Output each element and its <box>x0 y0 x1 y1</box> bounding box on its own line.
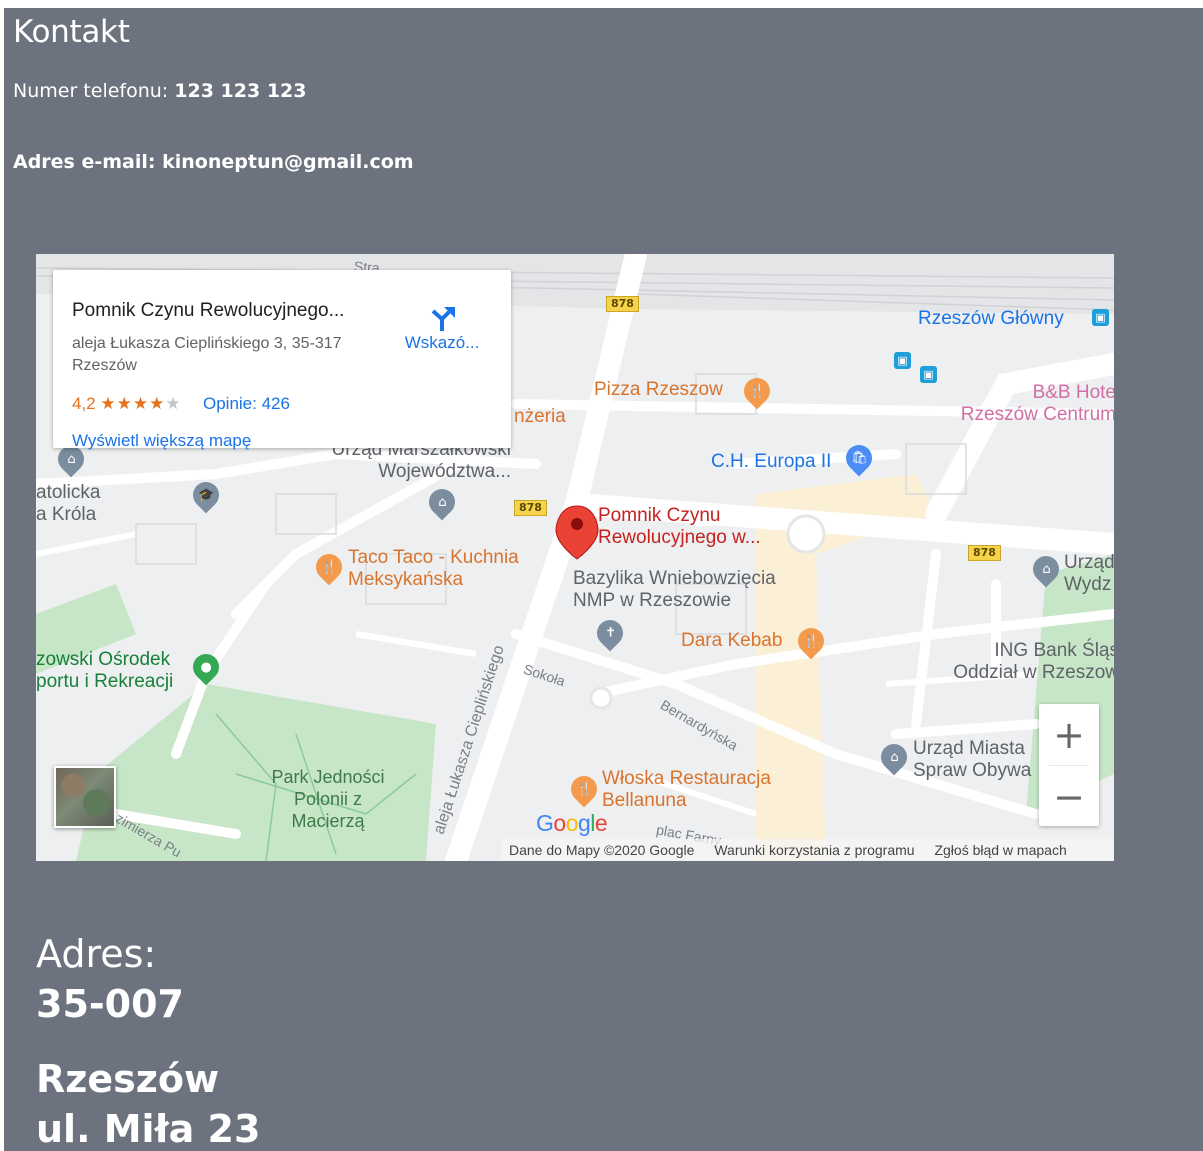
zoom-in-button[interactable]: + <box>1039 704 1099 765</box>
place-name: Pomnik Czynu Rewolucyjnego... <box>72 300 345 321</box>
email-line: Adres e-mail: kinoneptun@gmail.com <box>13 151 414 173</box>
directions-label: Wskazó... <box>404 333 480 352</box>
bus-icon: ▣ <box>894 352 911 369</box>
embedded-map[interactable]: Stra 878 878 878 Rzeszów Główny ▣ ▣ ▣ Pi… <box>36 254 1114 861</box>
satellite-toggle-button[interactable] <box>54 766 116 828</box>
google-logo: Google <box>536 810 608 836</box>
train-icon: ▣ <box>1092 309 1109 326</box>
bus-icon: ▣ <box>920 366 937 383</box>
directions-icon <box>431 307 455 331</box>
label-pizza: Pizza Rzeszow <box>594 379 723 400</box>
label-dara-kebab: Dara Kebab <box>681 630 783 651</box>
label-urzad-wydz: Urząd Wydz <box>1064 552 1114 595</box>
contact-section: Kontakt Numer telefonu: 123 123 123 Adre… <box>4 8 1203 1151</box>
label-ing: ING Bank Śląs Oddział w Rzeszow <box>953 640 1114 683</box>
rating-stars-icon: ★★★★★ <box>100 394 182 413</box>
road-878-shield: 878 <box>514 500 547 516</box>
label-bb-hotel: B&B Hote Rzeszów Centrum <box>960 382 1114 425</box>
phone-number: 123 123 123 <box>174 80 307 102</box>
address-city: Rzeszów <box>36 1057 220 1101</box>
label-rzeszow-glowny: Rzeszów Główny <box>918 308 1064 329</box>
label-europa: C.H. Europa II <box>711 451 832 472</box>
address-zip: 35-007 <box>36 982 184 1026</box>
label-urzad-miasta: Urząd Miasta Spraw Obywa <box>913 738 1032 781</box>
zoom-controls: + − <box>1039 704 1099 826</box>
label-marker: Pomnik Czynu Rewolucyjnego w... <box>598 505 761 548</box>
label-katolicka: atolicka a Króla <box>36 482 101 525</box>
directions-button[interactable]: Wskazó... <box>399 303 485 353</box>
place-address: aleja Łukasza Cieplińskiego 3, 35-317 Rz… <box>72 335 342 374</box>
report-error-link[interactable]: Zgłoś błąd w mapach <box>934 842 1066 858</box>
label-wloska: Włoska Restauracja Bellanuna <box>602 768 771 811</box>
reviews-link[interactable]: Opinie: 426 <box>203 394 290 414</box>
page-title: Kontakt <box>13 14 130 50</box>
label-park: Park Jedności Polonii z Macierzą <box>271 767 385 831</box>
address-street: ul. Miła 23 <box>36 1107 261 1151</box>
terms-link[interactable]: Warunki korzystania z programu <box>714 842 914 858</box>
place-rating: 4,2 ★★★★★ <box>72 394 182 414</box>
road-878-shield: 878 <box>968 545 1001 561</box>
address-label: Adres: <box>36 932 157 976</box>
phone-label: Numer telefonu: <box>13 80 169 102</box>
label-kawiarnia: nżeria <box>514 406 566 427</box>
place-info-card: Pomnik Czynu Rewolucyjnego... aleja Łuka… <box>53 270 511 451</box>
phone-line: Numer telefonu: 123 123 123 <box>13 80 306 102</box>
label-taco: Taco Taco - Kuchnia Meksykańska <box>348 547 519 590</box>
map-attribution: Dane do Mapy ©2020 Google Warunki korzys… <box>501 839 1114 861</box>
rating-value: 4,2 <box>72 394 96 413</box>
label-osrodek: zowski Ośrodek portu i Rekreacji <box>36 649 174 692</box>
view-larger-map-link[interactable]: Wyświetl większą mapę <box>72 431 251 451</box>
map-data-credit: Dane do Mapy ©2020 Google <box>509 842 695 858</box>
label-bazylika: Bazylika Wniebowzięcia NMP w Rzeszowie <box>573 568 776 611</box>
zoom-out-button[interactable]: − <box>1039 766 1099 827</box>
road-878-shield: 878 <box>606 296 639 312</box>
